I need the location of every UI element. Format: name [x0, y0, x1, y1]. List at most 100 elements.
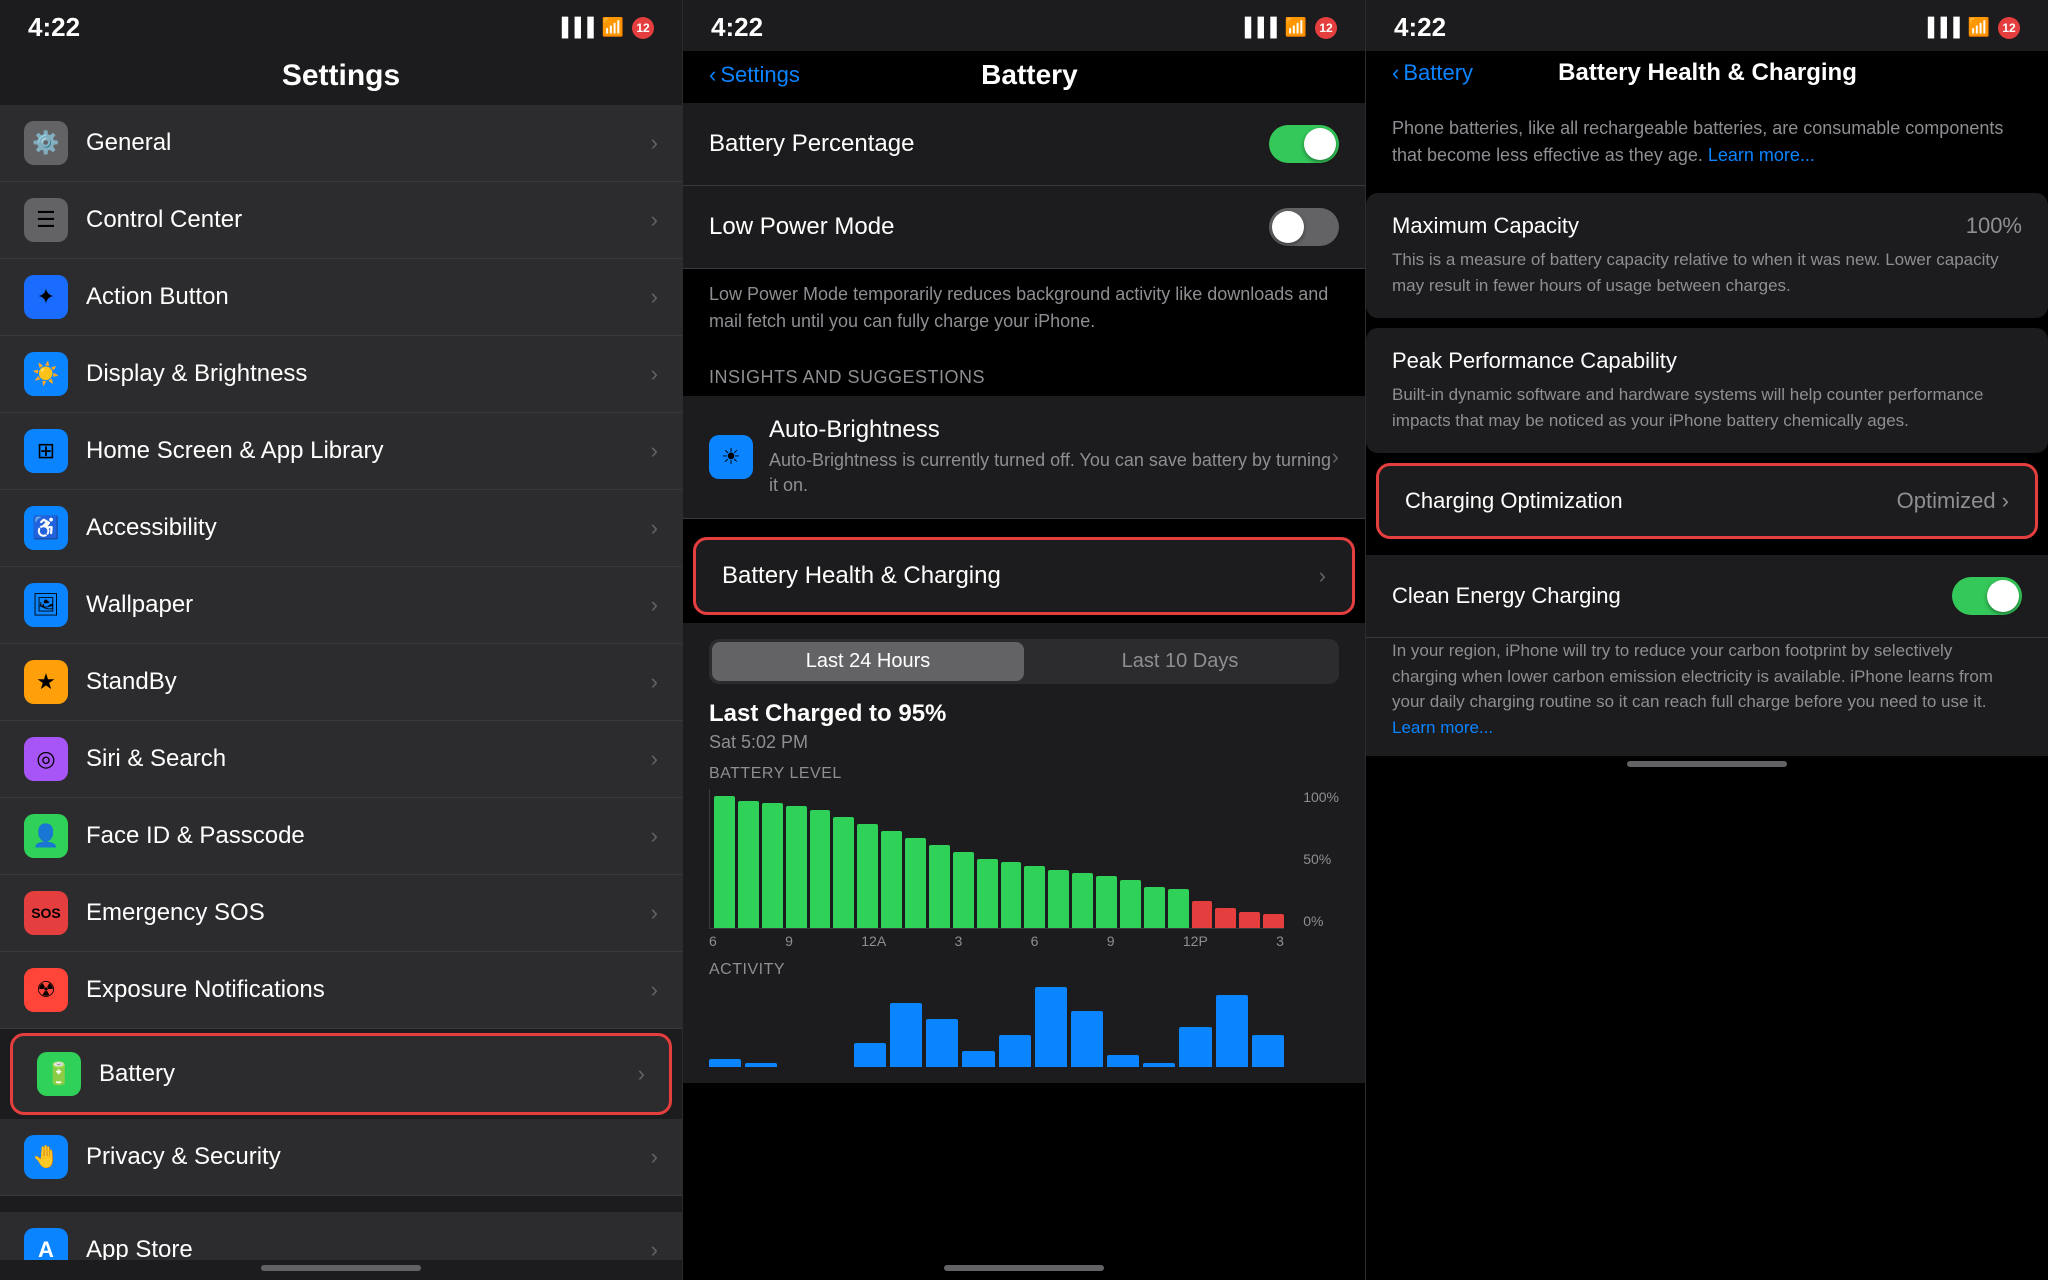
battery-health-row[interactable]: Battery Health & Charging ›	[693, 537, 1355, 615]
chevron-icon: ›	[651, 515, 658, 541]
sidebar-item-home-screen[interactable]: ⊞ Home Screen & App Library ›	[0, 413, 682, 490]
control-center-icon: ☰	[24, 198, 68, 242]
home-bar-line-1	[261, 1265, 421, 1271]
sidebar-item-battery[interactable]: 🔋 Battery ›	[10, 1033, 672, 1115]
sidebar-item-general[interactable]: ⚙️ General ›	[0, 105, 682, 182]
faceid-icon: 👤	[24, 814, 68, 858]
panel-battery-health: 4:22 ▐▐▐ 📶 12 ‹ Battery Battery Health &…	[1366, 0, 2048, 1280]
bar-2	[762, 803, 783, 928]
bar-15	[1072, 873, 1093, 929]
chevron-icon: ›	[651, 1237, 658, 1260]
chevron-icon: ›	[638, 1061, 645, 1087]
learn-more-link-intro[interactable]: Learn more...	[1708, 145, 1815, 165]
back-button-battery[interactable]: ‹ Battery	[1392, 60, 1473, 86]
low-power-toggle[interactable]	[1269, 208, 1339, 246]
back-label: Settings	[720, 62, 800, 88]
sidebar-item-faceid[interactable]: 👤 Face ID & Passcode ›	[0, 798, 682, 875]
chevron-charging-opt: ›	[2002, 488, 2009, 514]
general-icon: ⚙️	[24, 121, 68, 165]
auto-brightness-item[interactable]: ☀ Auto-Brightness Auto-Brightness is cur…	[683, 396, 1365, 519]
learn-more-link-clean[interactable]: Learn more...	[1392, 718, 1493, 737]
battery-label: Battery	[99, 1060, 638, 1088]
clean-energy-section: Clean Energy Charging In your region, iP…	[1366, 555, 2048, 756]
chevron-icon: ›	[651, 361, 658, 387]
chevron-icon: ›	[651, 130, 658, 156]
battery-icon: 🔋	[37, 1052, 81, 1096]
bar-7	[881, 831, 902, 928]
sidebar-item-emergency[interactable]: SOS Emergency SOS ›	[0, 875, 682, 952]
insight-content: Auto-Brightness Auto-Brightness is curre…	[769, 416, 1332, 498]
notification-badge-2: 12	[1315, 17, 1337, 39]
bar-23	[1263, 914, 1284, 928]
siri-icon: ◎	[24, 737, 68, 781]
status-bar-1: 4:22 ▐▐▐ 📶 12	[0, 0, 682, 51]
status-time-2: 4:22	[711, 12, 763, 43]
home-bar-1	[0, 1260, 682, 1280]
sidebar-item-appstore[interactable]: A App Store ›	[0, 1212, 682, 1260]
chevron-icon: ›	[651, 1144, 658, 1170]
battery-percentage-toggle[interactable]	[1269, 125, 1339, 163]
sidebar-item-control-center[interactable]: ☰ Control Center ›	[0, 182, 682, 259]
standby-label: StandBy	[86, 668, 651, 696]
bar-16	[1096, 876, 1117, 929]
clean-energy-toggle-thumb	[1987, 580, 2019, 612]
chevron-icon: ›	[651, 746, 658, 772]
activity-chart	[709, 987, 1339, 1067]
notification-badge: 12	[632, 17, 654, 39]
sidebar-item-exposure[interactable]: ☢ Exposure Notifications ›	[0, 952, 682, 1029]
bar-8	[905, 838, 926, 928]
low-power-item[interactable]: Low Power Mode	[683, 186, 1365, 269]
sidebar-item-privacy[interactable]: 🤚 Privacy & Security ›	[0, 1119, 682, 1196]
bar-3	[786, 806, 807, 928]
auto-brightness-chevron: ›	[1332, 444, 1339, 470]
battery-percentage-item[interactable]: Battery Percentage	[683, 103, 1365, 186]
bar-22	[1239, 912, 1260, 929]
health-intro-text: Phone batteries, like all rechargeable b…	[1366, 99, 2048, 185]
last-charged-date: Sat 5:02 PM	[709, 732, 1339, 753]
privacy-icon: 🤚	[24, 1135, 68, 1179]
back-button-settings[interactable]: ‹ Settings	[709, 62, 800, 88]
max-capacity-section: Maximum Capacity 100% This is a measure …	[1366, 193, 2048, 318]
sidebar-item-wallpaper[interactable]: 🖼 Wallpaper ›	[0, 567, 682, 644]
sidebar-item-action-button[interactable]: ✦ Action Button ›	[0, 259, 682, 336]
sidebar-item-siri[interactable]: ◎ Siri & Search ›	[0, 721, 682, 798]
sidebar-item-accessibility[interactable]: ♿ Accessibility ›	[0, 490, 682, 567]
clean-energy-toggle[interactable]	[1952, 577, 2022, 615]
clean-energy-row[interactable]: Clean Energy Charging	[1366, 555, 2048, 638]
low-power-note: Low Power Mode temporarily reduces backg…	[683, 271, 1365, 351]
bar-19	[1168, 889, 1189, 928]
general-label: General	[86, 129, 651, 157]
appstore-icon: A	[24, 1228, 68, 1260]
tab-last-10d[interactable]: Last 10 Days	[1024, 642, 1336, 681]
sidebar-item-standby[interactable]: ★ StandBy ›	[0, 644, 682, 721]
bar-9	[929, 845, 950, 928]
peak-performance-desc: Built-in dynamic software and hardware s…	[1392, 382, 2022, 433]
tab-last-24h[interactable]: Last 24 Hours	[712, 642, 1024, 681]
bar-14	[1048, 870, 1069, 928]
chevron-icon: ›	[651, 284, 658, 310]
bar-5	[833, 817, 854, 928]
sidebar-item-display-brightness[interactable]: ☀️ Display & Brightness ›	[0, 336, 682, 413]
screen-title-settings: Settings	[0, 51, 682, 105]
chart-x-labels: 6 9 12A 3 6 9 12P 3	[709, 933, 1339, 949]
auto-brightness-title: Auto-Brightness	[769, 416, 1332, 444]
chart-y-labels: 100% 50% 0%	[1303, 789, 1339, 929]
chevron-icon: ›	[651, 669, 658, 695]
activity-label: ACTIVITY	[709, 961, 1339, 979]
bar-4	[810, 810, 831, 928]
chart-tabs: Last 24 Hours Last 10 Days	[709, 639, 1339, 684]
control-center-label: Control Center	[86, 206, 651, 234]
bar-18	[1144, 887, 1165, 929]
settings-list: ⚙️ General › ☰ Control Center › ✦ Action…	[0, 105, 682, 1260]
toggle-thumb	[1304, 128, 1336, 160]
action-button-icon: ✦	[24, 275, 68, 319]
appstore-label: App Store	[86, 1236, 651, 1260]
max-capacity-item: Maximum Capacity 100% This is a measure …	[1366, 193, 2048, 318]
standby-icon: ★	[24, 660, 68, 704]
signal-icon: ▐▐▐	[555, 17, 593, 38]
charging-optimization-row[interactable]: Charging Optimization Optimized ›	[1376, 463, 2038, 539]
chevron-icon: ›	[651, 592, 658, 618]
chevron-icon: ›	[651, 900, 658, 926]
insights-section-label: INSIGHTS AND SUGGESTIONS	[683, 351, 1365, 396]
status-bar-3: 4:22 ▐▐▐ 📶 12	[1366, 0, 2048, 51]
